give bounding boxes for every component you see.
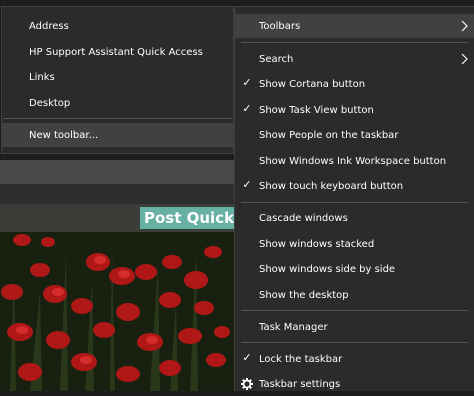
menu-item-show-cortana[interactable]: ✓ Show Cortana button	[235, 72, 474, 96]
submenu-item-links[interactable]: Links	[2, 65, 233, 89]
submenu-separator	[3, 118, 232, 119]
menu-item-label: Show People on the taskbar	[259, 129, 399, 141]
menu-separator	[241, 310, 468, 311]
chevron-right-icon	[461, 20, 468, 32]
menu-item-windows-side-by-side[interactable]: Show windows side by side	[235, 257, 474, 281]
post-title: Post Quick R	[140, 207, 244, 229]
menu-item-label: Show windows stacked	[259, 238, 375, 250]
menu-item-label: Lock the taskbar	[259, 353, 343, 365]
menu-item-show-touch-keyboard[interactable]: ✓ Show touch keyboard button	[235, 174, 474, 198]
menu-item-label: Show the desktop	[259, 289, 349, 301]
menu-item-toolbars[interactable]: Toolbars	[235, 14, 474, 38]
submenu-item-label: Address	[29, 20, 69, 32]
toolbars-submenu: Address HP Support Assistant Quick Acces…	[1, 6, 234, 154]
chevron-right-icon	[461, 53, 468, 65]
menu-separator	[241, 42, 468, 43]
submenu-item-label: HP Support Assistant Quick Access	[29, 46, 203, 58]
submenu-item-label: Desktop	[29, 97, 71, 109]
submenu-item-address[interactable]: Address	[2, 14, 233, 38]
menu-separator	[241, 342, 468, 343]
menu-item-show-people[interactable]: Show People on the taskbar	[235, 123, 474, 147]
menu-item-label: Show windows side by side	[259, 263, 396, 275]
checkmark-icon: ✓	[242, 351, 252, 364]
menu-item-label: Show Windows Ink Workspace button	[259, 155, 447, 167]
submenu-item-label: Links	[29, 71, 55, 83]
menu-item-label: Task Manager	[259, 321, 328, 333]
menu-item-windows-stacked[interactable]: Show windows stacked	[235, 232, 474, 256]
menu-item-label: Search	[259, 53, 294, 65]
checkmark-icon: ✓	[242, 76, 252, 89]
gear-icon	[241, 378, 253, 390]
taskbar-context-menu: Toolbars Search ✓ Show Cortana button ✓ …	[234, 6, 474, 391]
menu-item-label: Show touch keyboard button	[259, 180, 404, 192]
menu-item-label: Taskbar settings	[259, 378, 341, 390]
menu-item-cascade-windows[interactable]: Cascade windows	[235, 206, 474, 230]
menu-item-lock-taskbar[interactable]: ✓ Lock the taskbar	[235, 347, 474, 371]
checkmark-icon: ✓	[242, 178, 252, 191]
checkmark-icon: ✓	[242, 102, 252, 115]
menu-item-label: Toolbars	[259, 20, 301, 32]
menu-item-task-manager[interactable]: Task Manager	[235, 315, 474, 339]
menu-item-show-ink-workspace[interactable]: Show Windows Ink Workspace button	[235, 149, 474, 173]
submenu-item-hp-support[interactable]: HP Support Assistant Quick Access	[2, 40, 233, 64]
menu-item-taskbar-settings[interactable]: Taskbar settings	[235, 372, 474, 396]
menu-item-label: Show Task View button	[259, 104, 374, 116]
menu-item-label: Show Cortana button	[259, 78, 366, 90]
menu-item-label: Cascade windows	[259, 212, 348, 224]
menu-item-show-desktop[interactable]: Show the desktop	[235, 283, 474, 307]
menu-separator	[241, 202, 468, 203]
menu-item-show-task-view[interactable]: ✓ Show Task View button	[235, 98, 474, 122]
menu-item-search[interactable]: Search	[235, 47, 474, 71]
submenu-item-desktop[interactable]: Desktop	[2, 91, 233, 115]
submenu-item-label: New toolbar...	[29, 129, 99, 141]
submenu-item-new-toolbar[interactable]: New toolbar...	[2, 123, 233, 147]
